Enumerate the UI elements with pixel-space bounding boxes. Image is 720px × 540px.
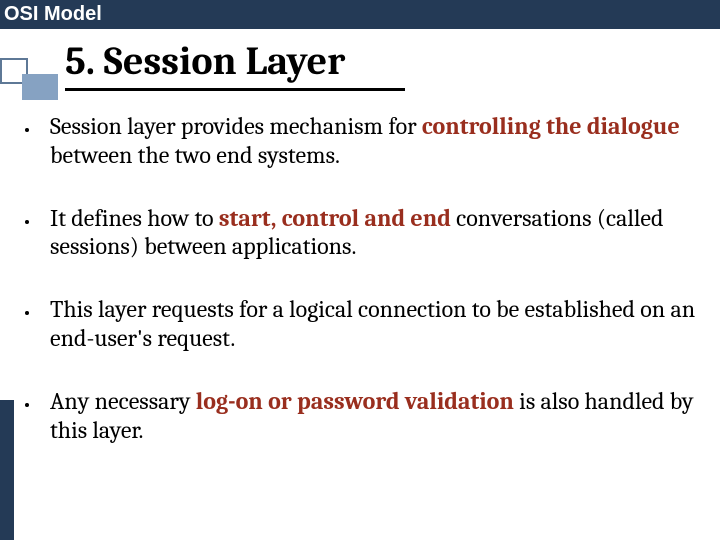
bullet-1: Session layer provides mechanism for con… bbox=[40, 112, 700, 170]
bullet-4-text-a: Any necessary bbox=[50, 387, 196, 415]
deco-square-fill bbox=[22, 74, 58, 100]
bullet-2-text-a: It defines how to bbox=[50, 204, 219, 232]
bullet-1-text-b: between the two end systems. bbox=[50, 141, 340, 169]
bullet-3-text: This layer requests for a logical connec… bbox=[50, 295, 695, 352]
bullet-4: Any necessary log-on or password validat… bbox=[40, 387, 700, 445]
bullet-2-highlight: start, control and end bbox=[219, 204, 451, 232]
bullet-1-text-a: Session layer provides mechanism for bbox=[50, 112, 422, 140]
bullet-list: Session layer provides mechanism for con… bbox=[22, 112, 700, 478]
bullet-3: This layer requests for a logical connec… bbox=[40, 295, 700, 353]
header-title: OSI Model bbox=[4, 3, 102, 26]
bullet-4-highlight: log-on or password validation bbox=[196, 387, 514, 415]
bullet-2: It defines how to start, control and end… bbox=[40, 204, 700, 262]
bullet-1-highlight: controlling the dialogue bbox=[422, 112, 680, 140]
slide: OSI Model 5. Session Layer Session layer… bbox=[0, 0, 720, 540]
slide-title: 5. Session Layer bbox=[65, 38, 405, 91]
header-bar: OSI Model bbox=[0, 0, 720, 29]
left-vertical-bar bbox=[0, 400, 14, 540]
